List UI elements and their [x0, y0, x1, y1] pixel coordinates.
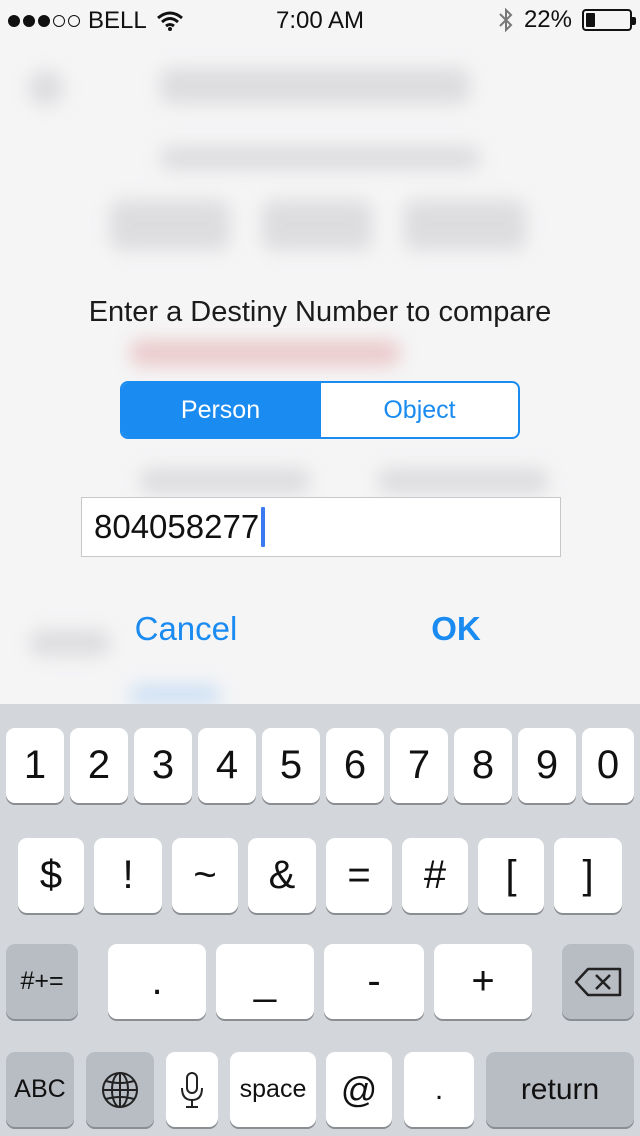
cancel-button[interactable]: Cancel [86, 610, 286, 648]
key-right-bracket[interactable]: ] [554, 838, 622, 913]
key-at[interactable]: @ [326, 1052, 392, 1127]
key-2[interactable]: 2 [70, 728, 128, 803]
key-dollar[interactable]: $ [18, 838, 84, 913]
key-5[interactable]: 5 [262, 728, 320, 803]
globe-icon [102, 1071, 138, 1108]
person-object-segmented-control[interactable]: Person Object [120, 381, 520, 439]
key-3[interactable]: 3 [134, 728, 192, 803]
blurred-button [130, 685, 220, 704]
destiny-number-input[interactable]: 804058277 [81, 497, 561, 557]
key-equals[interactable]: = [326, 838, 392, 913]
keyboard: 1 2 3 4 5 6 7 8 9 0 $ ! ~ & = # [ ] #+= … [0, 704, 640, 1136]
key-plus[interactable]: + [434, 944, 532, 1019]
backspace-icon [574, 967, 622, 996]
blurred-row [130, 340, 400, 366]
microphone-icon [181, 1071, 203, 1108]
destiny-number-value: 804058277 [94, 508, 260, 545]
blurred-row [378, 468, 548, 494]
battery-icon [582, 9, 636, 31]
key-0[interactable]: 0 [582, 728, 634, 803]
bluetooth-icon [499, 7, 513, 33]
dictation-key[interactable] [166, 1052, 218, 1127]
blurred-background-app [0, 40, 640, 704]
key-1[interactable]: 1 [6, 728, 64, 803]
key-tilde[interactable]: ~ [172, 838, 238, 913]
blurred-number-block [404, 200, 526, 250]
space-key[interactable]: space [230, 1052, 316, 1127]
status-bar: BELL 7:00 AM 22% [0, 0, 640, 40]
blurred-title [160, 68, 470, 104]
key-ampersand[interactable]: & [248, 838, 316, 913]
key-dot[interactable]: . [404, 1052, 474, 1127]
key-8[interactable]: 8 [454, 728, 512, 803]
battery-level-fill [586, 13, 596, 27]
battery-percent: 22% [523, 6, 572, 33]
key-underscore[interactable]: _ [216, 944, 314, 1019]
key-left-bracket[interactable]: [ [478, 838, 544, 913]
dialog-prompt: Enter a Destiny Number to compare [88, 296, 552, 328]
key-9[interactable]: 9 [518, 728, 576, 803]
key-symbols-shift[interactable]: #+= [6, 944, 78, 1019]
return-key[interactable]: return [486, 1052, 634, 1127]
key-exclamation[interactable]: ! [94, 838, 162, 913]
blurred-row [140, 468, 310, 494]
text-cursor [261, 507, 266, 547]
blurred-back-icon [28, 70, 64, 106]
key-4[interactable]: 4 [198, 728, 256, 803]
key-6[interactable]: 6 [326, 728, 384, 803]
segment-person[interactable]: Person [122, 383, 319, 437]
ok-button[interactable]: OK [356, 610, 556, 648]
globe-key[interactable] [86, 1052, 154, 1127]
delete-key[interactable] [562, 944, 634, 1019]
key-7[interactable]: 7 [390, 728, 448, 803]
key-abc[interactable]: ABC [6, 1052, 74, 1127]
status-right-group: 22% [498, 6, 636, 34]
segment-object[interactable]: Object [319, 383, 518, 437]
blurred-number-block [262, 200, 372, 250]
blurred-number-block [110, 200, 230, 250]
key-period[interactable]: . [108, 944, 206, 1019]
key-minus[interactable]: - [324, 944, 424, 1019]
key-hash[interactable]: # [402, 838, 468, 913]
blurred-subtitle [160, 146, 480, 170]
